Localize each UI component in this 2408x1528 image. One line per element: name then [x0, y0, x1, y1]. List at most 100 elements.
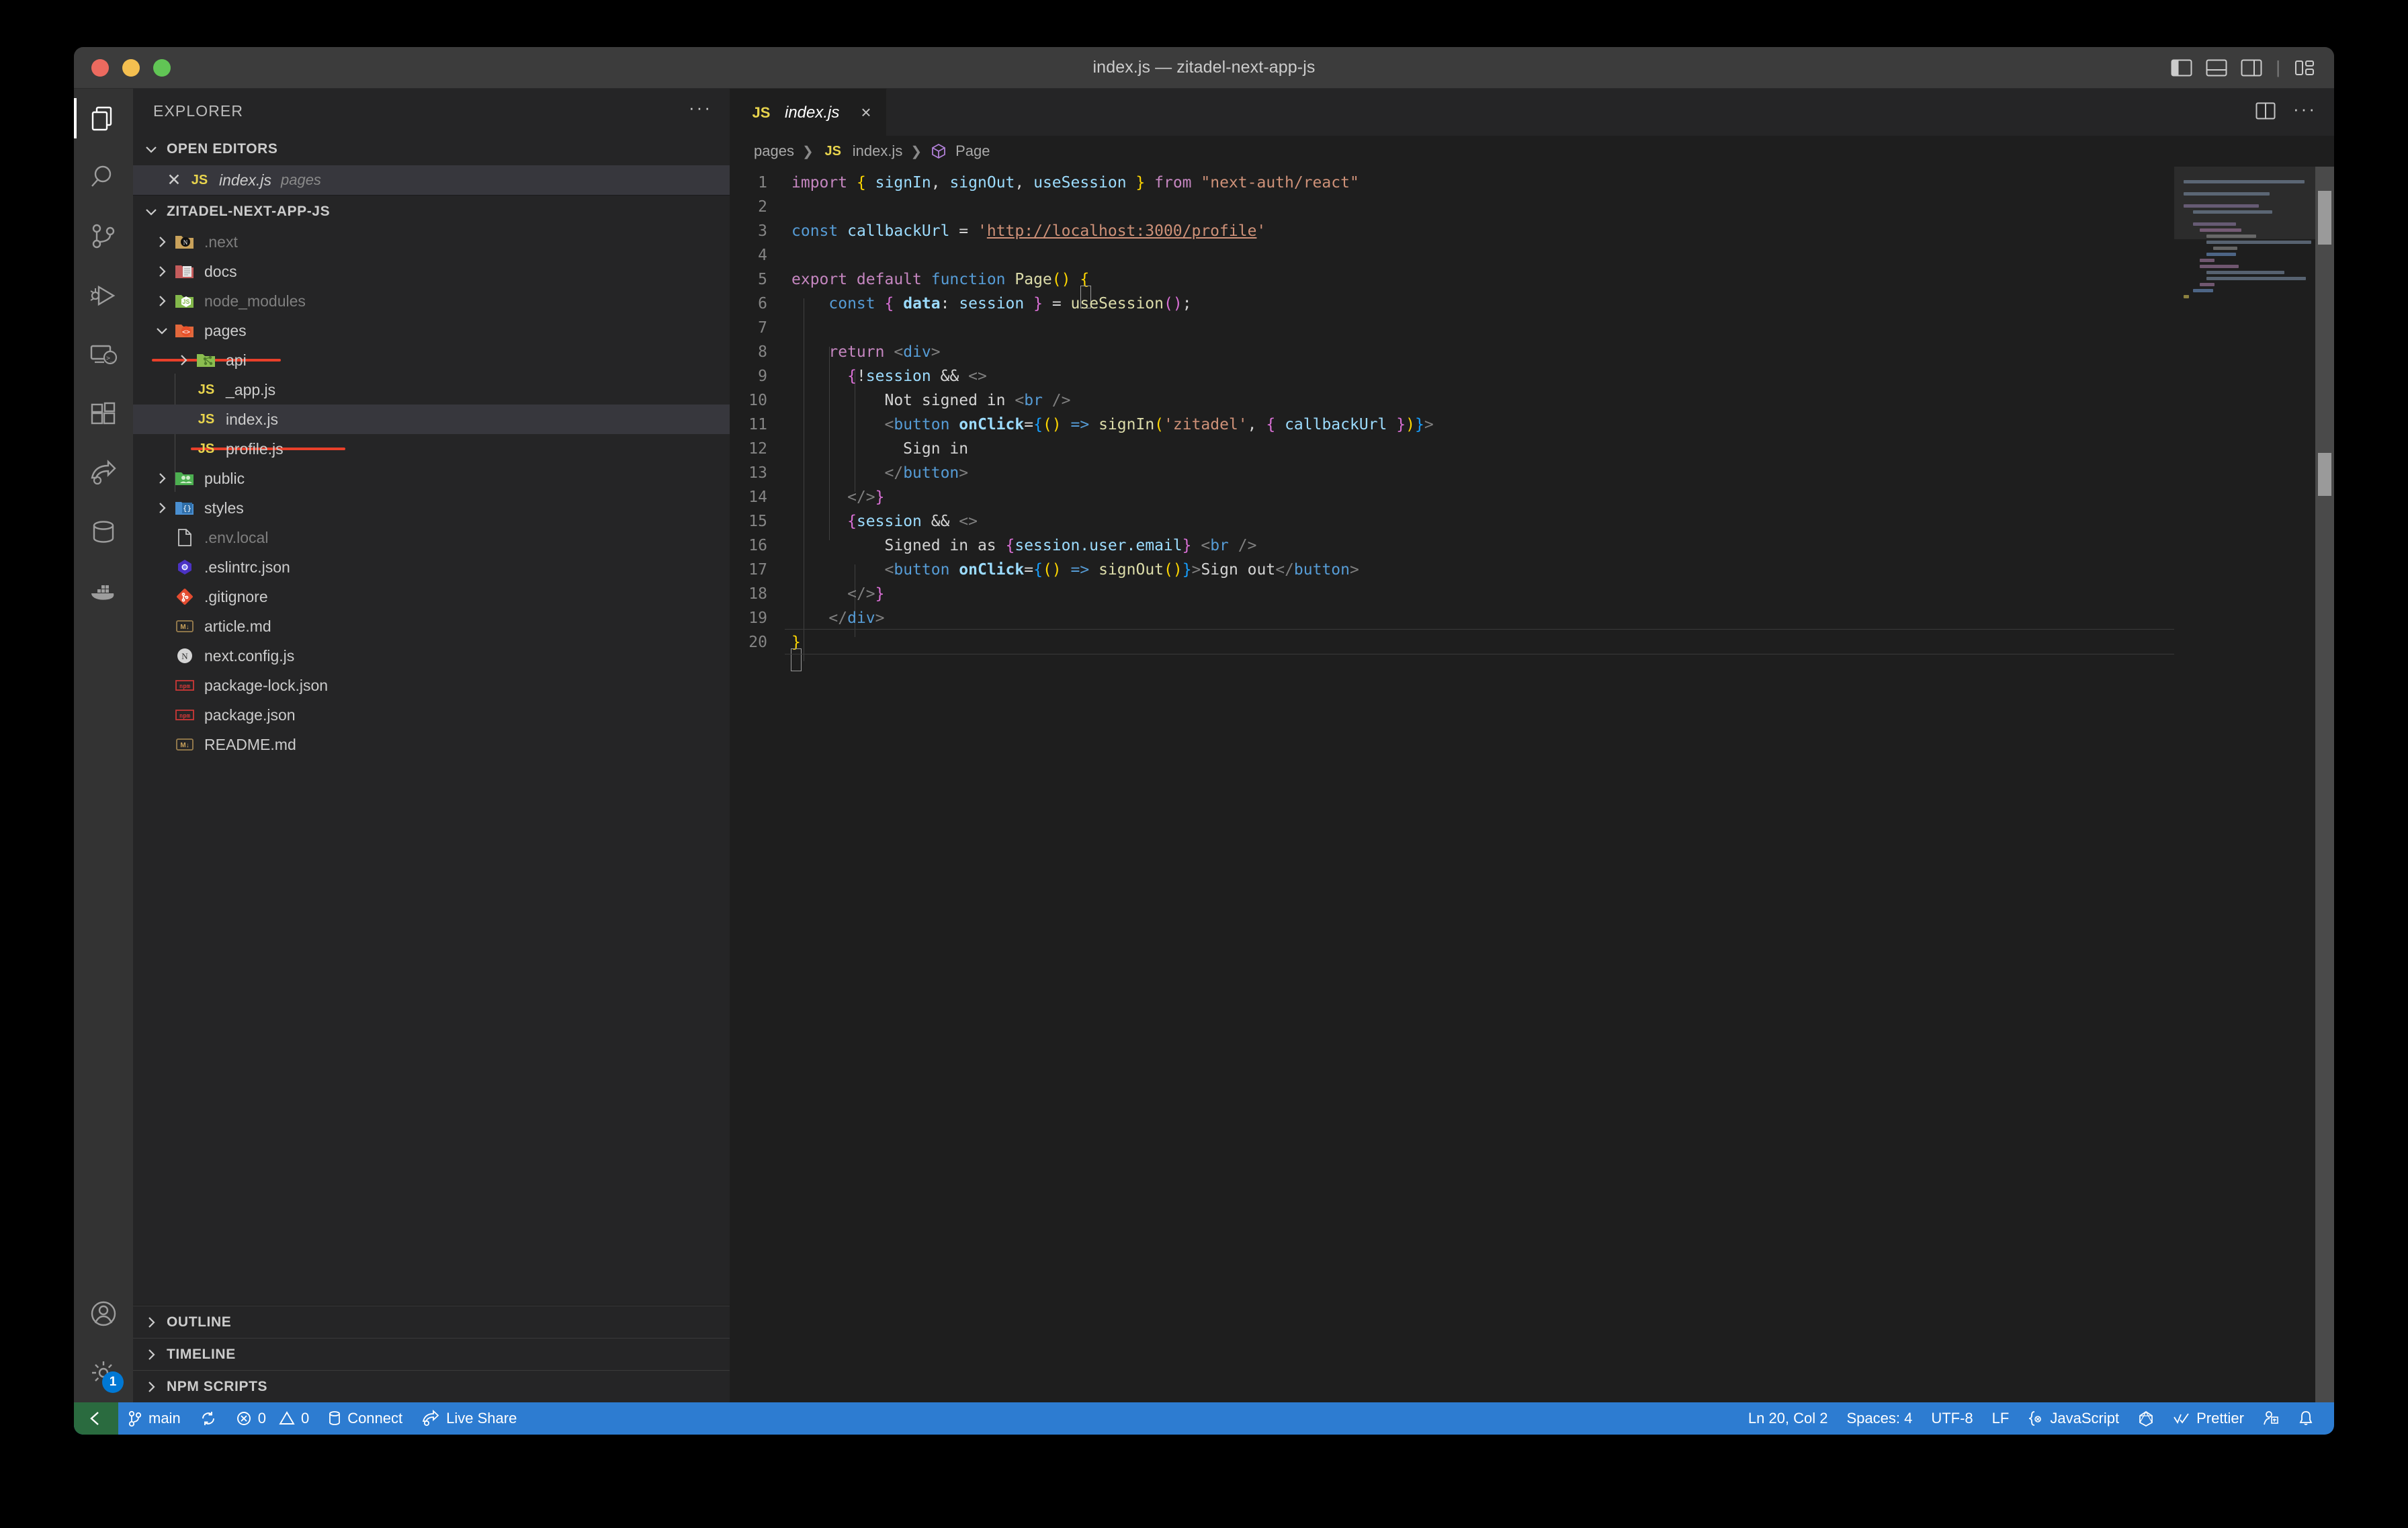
activity-account[interactable] [74, 1284, 133, 1343]
status-encoding[interactable]: UTF-8 [1922, 1410, 1982, 1427]
tree-item-index-js[interactable]: JS index.js [133, 405, 730, 434]
tree-item-docs-folder[interactable]: docs [133, 257, 730, 286]
split-editor-icon[interactable] [2255, 102, 2276, 123]
activity-extensions[interactable] [74, 384, 133, 443]
tab-label: index.js [785, 103, 840, 122]
code-line: 20} [730, 629, 2174, 671]
js-file-icon: JS [198, 382, 215, 397]
close-tab-icon[interactable]: × [861, 102, 871, 123]
section-timeline[interactable]: TIMELINE [133, 1338, 730, 1370]
status-indentation-label: Spaces: 4 [1846, 1410, 1913, 1427]
tree-item-eslintrc-json[interactable]: .eslintrc.json [133, 552, 730, 582]
tree-item-styles-folder[interactable]: {} styles [133, 493, 730, 523]
code-line: 2 [758, 198, 767, 216]
section-outline[interactable]: OUTLINE [133, 1306, 730, 1338]
tree-item-label: .eslintrc.json [204, 558, 290, 576]
activity-source-control[interactable] [74, 207, 133, 266]
chevron-down-icon [142, 203, 160, 220]
status-prettier[interactable]: Prettier [2163, 1410, 2253, 1427]
section-project[interactable]: ZITADEL-NEXT-APP-JS [133, 195, 730, 227]
close-window-button[interactable] [91, 58, 109, 77]
status-eol[interactable]: LF [1983, 1410, 2019, 1427]
remote-icon [90, 1412, 99, 1425]
more-actions-icon[interactable]: ··· [2293, 100, 2317, 119]
tree-item-node-modules-folder[interactable]: JS node_modules [133, 286, 730, 316]
open-editor-item[interactable]: ✕ JS index.js pages [133, 165, 730, 195]
activity-search[interactable] [74, 148, 133, 207]
editor-scrollbar[interactable] [2315, 167, 2334, 1402]
tree-item-pages-folder[interactable]: <> pages [133, 316, 730, 345]
status-remote-profile[interactable] [2253, 1410, 2288, 1427]
markdown-file-icon: M↓ [171, 619, 199, 634]
close-editor-icon[interactable]: ✕ [163, 170, 185, 190]
breadcrumb-item-folder[interactable]: pages [754, 142, 794, 160]
status-connect[interactable]: Connect [318, 1402, 412, 1435]
tree-item-next-config-js[interactable]: N next.config.js [133, 641, 730, 671]
customize-layout-icon[interactable] [2294, 59, 2315, 77]
tree-item-label: README.md [204, 735, 296, 753]
tree-item-label: package.json [204, 706, 296, 724]
minimap-slider[interactable] [2174, 167, 2326, 239]
section-open-editors[interactable]: OPEN EDITORS [133, 133, 730, 165]
status-sync[interactable] [190, 1402, 226, 1435]
code-line: 4 [758, 247, 767, 264]
chevron-right-icon [142, 1314, 160, 1331]
maximize-window-button[interactable] [153, 58, 171, 77]
status-notifications[interactable] [2288, 1410, 2323, 1427]
code-editor[interactable]: 1 import { signIn, signOut, useSession } … [730, 167, 2174, 1402]
git-file-icon [171, 588, 199, 605]
tree-item-article-md[interactable]: M↓ article.md [133, 611, 730, 641]
remote-indicator[interactable] [74, 1402, 118, 1435]
tree-item-public-folder[interactable]: public [133, 464, 730, 493]
sidebar-more-actions-icon[interactable]: ··· [689, 99, 712, 118]
scrollbar-thumb[interactable] [2318, 191, 2331, 245]
run-debug-icon [90, 285, 116, 306]
status-problems[interactable]: 0 0 [226, 1402, 319, 1435]
toggle-primary-sidebar-icon[interactable] [2171, 59, 2192, 77]
activity-run-debug[interactable] [74, 266, 133, 325]
status-live-share[interactable]: Live Share [412, 1402, 526, 1435]
code-line: 14 </>} [748, 489, 885, 506]
status-branch[interactable]: main [118, 1402, 190, 1435]
status-graphql[interactable] [2128, 1410, 2163, 1427]
window-controls[interactable] [74, 58, 171, 77]
activity-manage[interactable]: 1 [74, 1343, 133, 1402]
tree-item-env-local[interactable]: .env.local [133, 523, 730, 552]
person-add-icon [2263, 1410, 2279, 1427]
toggle-secondary-sidebar-icon[interactable] [2241, 59, 2262, 77]
npm-file-icon: npm [171, 708, 199, 722]
chevron-right-icon [153, 499, 171, 517]
tab-index-js[interactable]: JS index.js × [730, 89, 887, 136]
activity-remote-explorer[interactable]: >_ [74, 325, 133, 384]
tree-item-readme-md[interactable]: M↓ README.md [133, 730, 730, 759]
activity-explorer[interactable] [74, 89, 133, 148]
tree-item-package-json[interactable]: npm package.json [133, 700, 730, 730]
status-language-mode[interactable]: JavaScript [2018, 1410, 2128, 1427]
activity-live-share[interactable] [74, 443, 133, 503]
toggle-panel-icon[interactable] [2206, 59, 2227, 77]
breadcrumb-item-symbol[interactable]: Page [955, 142, 990, 160]
section-npm-scripts[interactable]: NPM SCRIPTS [133, 1370, 730, 1402]
code-line: 12 Sign in [748, 440, 969, 458]
public-folder-icon [171, 470, 199, 487]
minimize-window-button[interactable] [122, 58, 140, 77]
js-file-icon: JS [198, 441, 215, 456]
status-indentation[interactable]: Spaces: 4 [1838, 1410, 1922, 1427]
extensions-icon [91, 402, 116, 425]
activity-database[interactable] [74, 503, 133, 562]
js-file-icon: JS [752, 103, 771, 121]
tree-item-package-lock-json[interactable]: npm package-lock.json [133, 671, 730, 700]
code-line: 7 [758, 319, 767, 337]
search-icon [91, 165, 112, 187]
minimap[interactable] [2174, 167, 2334, 1402]
code-line: 18 </>} [748, 585, 885, 603]
tree-item-gitignore[interactable]: .gitignore [133, 582, 730, 611]
tree-item-next-folder[interactable]: N .next [133, 227, 730, 257]
tree-item-app-js[interactable]: JS _app.js [133, 375, 730, 405]
tree-item-profile-js[interactable]: JS profile.js [133, 434, 730, 464]
status-cursor-position[interactable]: Ln 20, Col 2 [1739, 1410, 1838, 1427]
breadcrumb-item-file[interactable]: index.js [853, 142, 903, 160]
activity-docker[interactable] [74, 562, 133, 621]
tree-item-api-folder[interactable]: api [133, 345, 730, 375]
status-eol-label: LF [1991, 1410, 2010, 1427]
